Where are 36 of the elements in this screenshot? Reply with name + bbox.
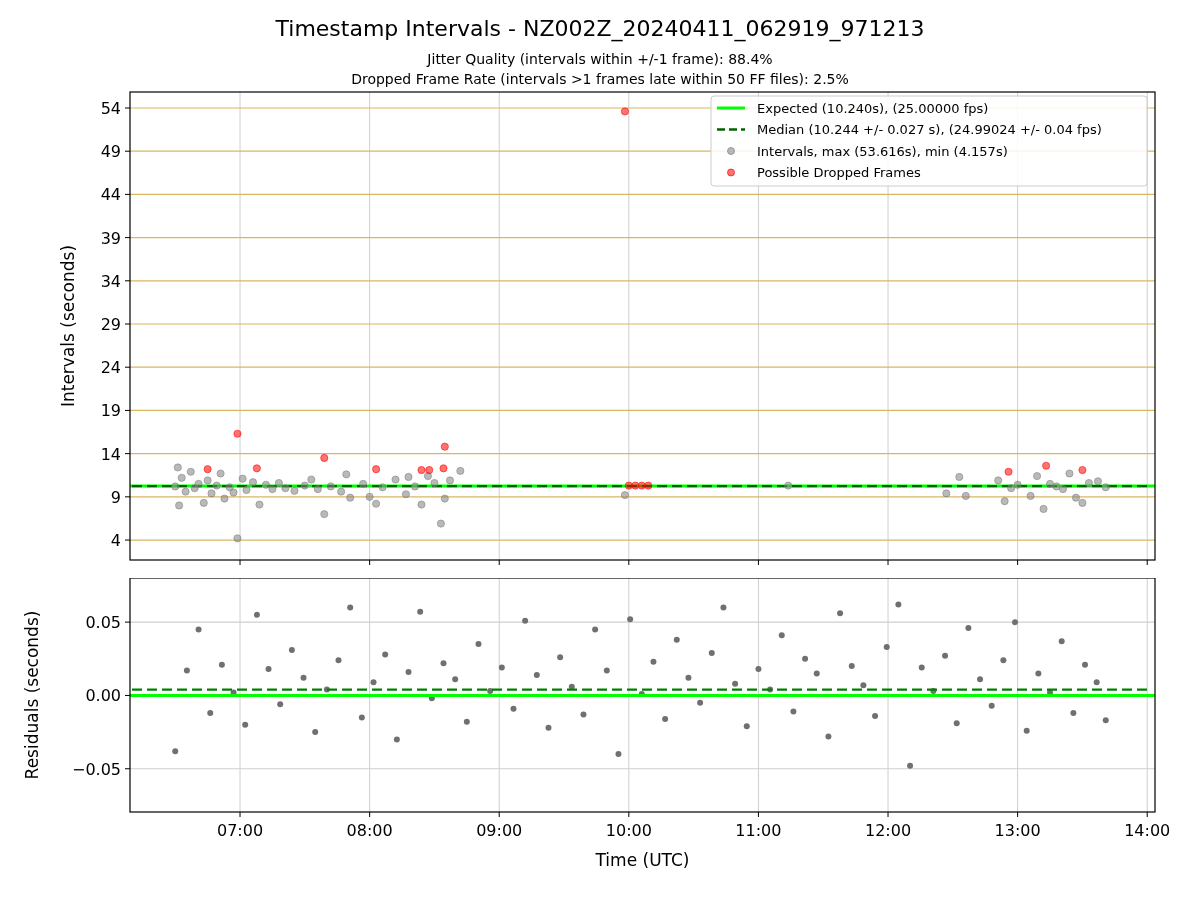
x-tick-label: 14:00 bbox=[1124, 821, 1171, 840]
y-tick-label: 0.00 bbox=[85, 686, 121, 706]
legend-label: Possible Dropped Frames bbox=[757, 165, 921, 180]
y-tick-label: 49 bbox=[100, 142, 121, 162]
y-tick-label: 24 bbox=[100, 358, 121, 378]
legend-marker-icon bbox=[727, 147, 735, 155]
figure-subtitle: Jitter Quality (intervals within +/-1 frame): 88.4% bbox=[427, 50, 773, 69]
y-tick-label: 19 bbox=[100, 401, 121, 421]
legend-label: Median (10.244 +/- 0.027 s), (24.99024 +/- 0.04 fps) bbox=[757, 122, 1102, 137]
x-tick-label: 09:00 bbox=[476, 821, 523, 840]
x-tick-label: 12:00 bbox=[864, 821, 912, 840]
x-tick-label: 08:00 bbox=[346, 821, 393, 840]
y-tick-label: 39 bbox=[100, 228, 121, 248]
y-axis-label: Residuals (seconds) bbox=[22, 610, 42, 780]
y-axis-label: Intervals (seconds) bbox=[58, 244, 78, 408]
figure-subtitle: Dropped Frame Rate (intervals >1 frames late within 50 FF files): 2.5% bbox=[351, 70, 849, 89]
y-tick-label: 0.05 bbox=[85, 613, 121, 633]
x-tick-label: 11:00 bbox=[735, 821, 782, 840]
legend-label: Intervals, max (53.616s), min (4.157s) bbox=[757, 143, 1008, 159]
figure-title: Timestamp Intervals - NZ002Z_20240411_062919_971213 bbox=[275, 15, 925, 43]
x-tick-label: 10:00 bbox=[605, 821, 652, 840]
y-tick-label: 34 bbox=[100, 271, 121, 291]
legend-line-icon bbox=[717, 106, 745, 110]
x-axis-label: Time (UTC) bbox=[595, 850, 690, 870]
y-tick-label: 9 bbox=[110, 487, 121, 507]
legend-label: Expected (10.240s), (25.00000 fps) bbox=[757, 100, 989, 116]
y-tick-label: 54 bbox=[100, 99, 121, 118]
y-tick-label: 29 bbox=[100, 315, 121, 334]
y-tick-label: 14 bbox=[100, 444, 121, 464]
y-tick-label: 4 bbox=[110, 531, 121, 551]
x-tick-label: 13:00 bbox=[994, 821, 1041, 840]
y-tick-label: −0.05 bbox=[71, 759, 121, 779]
legend-line-icon bbox=[717, 128, 745, 131]
x-tick-label: 07:00 bbox=[217, 821, 264, 840]
legend-marker-icon bbox=[727, 168, 735, 177]
y-tick-label: 44 bbox=[100, 185, 121, 205]
